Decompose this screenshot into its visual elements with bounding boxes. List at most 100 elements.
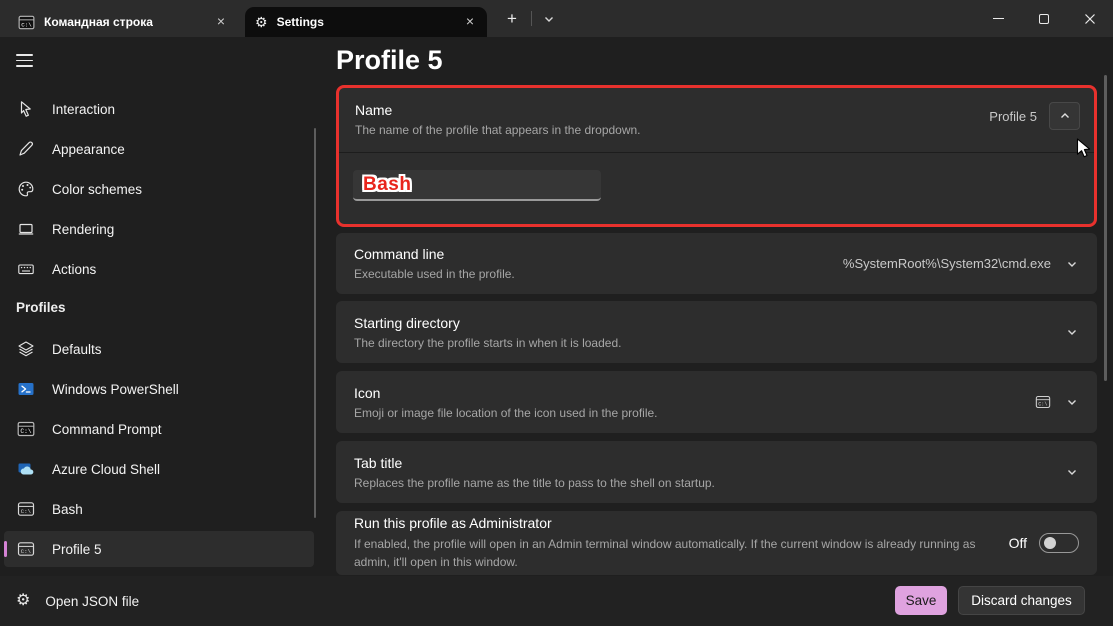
page-title: Profile 5 [336,45,443,76]
minimize-button[interactable] [975,0,1021,37]
card-title: Starting directory [354,315,621,331]
sidebar-item-label: Defaults [52,342,102,357]
expand-button[interactable] [1065,465,1079,479]
name-current-value: Profile 5 [989,109,1037,124]
minimize-icon [993,18,1004,19]
sidebar-item-profile-5[interactable]: C:\ Profile 5 [4,531,314,567]
svg-text:C:\: C:\ [1038,402,1047,408]
discard-changes-button[interactable]: Discard changes [958,586,1085,615]
sidebar-item-label: Interaction [52,102,115,117]
card-starting-directory[interactable]: Starting directory The directory the pro… [336,301,1097,363]
close-tab-icon[interactable]: × [461,13,479,31]
cmd-icon: C:\ [17,420,35,438]
card-title: Tab title [354,455,715,471]
sidebar-item-azure-cloud-shell[interactable]: Azure Cloud Shell [4,451,314,487]
card-description: The name of the profile that appears in … [355,123,1080,137]
card-title: Run this profile as Administrator [354,515,986,531]
monitor-icon [17,220,35,238]
card-description: Replaces the profile name as the title t… [354,476,715,490]
sidebar-item-label: Azure Cloud Shell [52,462,160,477]
svg-text:C:\: C:\ [20,428,31,435]
sidebar-item-label: Actions [52,262,96,277]
chevron-down-icon [1066,466,1078,478]
collapse-expander-button[interactable] [1049,102,1080,130]
hamburger-menu-button[interactable] [16,54,33,67]
svg-text:C:\: C:\ [21,21,32,28]
card-description: If enabled, the profile will open in an … [354,536,986,571]
sidebar-item-color-schemes[interactable]: Color schemes [4,171,314,207]
card-description: Emoji or image file location of the icon… [354,406,658,420]
sidebar-item-defaults[interactable]: Defaults [4,331,314,367]
tabbar-divider [531,11,532,26]
tab-command-prompt[interactable]: C:\ Командная строка × [8,7,238,37]
sidebar-item-rendering[interactable]: Rendering [4,211,314,247]
gear-icon: ⚙ [255,15,268,29]
sidebar-item-label: Windows PowerShell [52,382,179,397]
card-run-as-administrator[interactable]: Run this profile as Administrator If ena… [336,511,1097,575]
card-title: Name [355,102,1080,118]
powershell-icon [17,380,35,398]
layers-icon [17,340,35,358]
selection-accent-pill [4,541,7,557]
sidebar-item-label: Color schemes [52,182,142,197]
toggle-knob [1044,537,1056,549]
cursor-icon [17,100,35,118]
card-icon[interactable]: Icon Emoji or image file location of the… [336,371,1097,433]
tab-label: Командная строка [44,15,153,29]
close-tab-icon[interactable]: × [212,13,230,31]
windows-terminal-window: C:\ Командная строка × ⚙ Settings × + [0,0,1113,626]
sidebar-scrollbar[interactable] [314,128,316,518]
tab-settings[interactable]: ⚙ Settings × [245,7,487,37]
main-scrollbar[interactable] [1104,75,1107,381]
keyboard-icon [17,260,35,278]
profiles-section-header: Profiles [16,300,66,315]
sidebar-item-label: Profile 5 [52,542,102,557]
open-json-file-button[interactable]: ⚙ Open JSON file [16,576,139,626]
close-icon [1084,13,1096,25]
sidebar-item-interaction[interactable]: Interaction [4,91,314,127]
card-name[interactable]: Name The name of the profile that appear… [336,85,1097,227]
svg-text:C:\: C:\ [21,508,32,515]
tab-dropdown-button[interactable] [537,6,561,32]
card-name-header[interactable]: Name The name of the profile that appear… [339,88,1094,149]
expand-button[interactable] [1065,257,1079,271]
sidebar-item-command-prompt[interactable]: C:\ Command Prompt [4,411,314,447]
tab-label: Settings [277,15,324,29]
expand-button[interactable] [1065,395,1079,409]
name-input[interactable]: Bash [353,170,601,201]
card-command-line[interactable]: Command line Executable used in the prof… [336,233,1097,294]
sidebar-item-actions[interactable]: Actions [4,251,314,287]
chevron-up-icon [1059,110,1071,122]
sidebar-item-label: Bash [52,502,83,517]
expand-button[interactable] [1065,325,1079,339]
sidebar-item-appearance[interactable]: Appearance [4,131,314,167]
card-description: Executable used in the profile. [354,267,515,281]
sidebar-item-label: Rendering [52,222,114,237]
name-input-value: Bash [363,174,411,196]
window-controls [975,0,1113,37]
close-window-button[interactable] [1067,0,1113,37]
card-title: Command line [354,246,515,262]
footer-bar: ⚙ Open JSON file Save Discard changes [0,576,1113,626]
terminal-icon: C:\ [1035,394,1051,410]
card-description: The directory the profile starts in when… [354,336,621,350]
sidebar-item-bash[interactable]: C:\ Bash [4,491,314,527]
chevron-down-icon [1066,396,1078,408]
maximize-icon [1039,14,1049,24]
sidebar-item-label: Command Prompt [52,422,162,437]
new-tab-button[interactable]: + [498,6,526,32]
palette-icon [17,180,35,198]
card-tab-title[interactable]: Tab title Replaces the profile name as t… [336,441,1097,503]
save-button[interactable]: Save [895,586,947,615]
sidebar-item-windows-powershell[interactable]: Windows PowerShell [4,371,314,407]
settings-sidebar: Interaction Appearance Color schemes Ren… [0,37,326,576]
mouse-cursor [1076,138,1096,160]
terminal-icon: C:\ [17,540,35,558]
titlebar[interactable]: C:\ Командная строка × ⚙ Settings × + [0,0,1113,37]
card-title: Icon [354,385,658,401]
card-divider [339,152,1094,153]
admin-toggle-switch[interactable] [1039,533,1079,553]
cmd-icon: C:\ [18,14,35,31]
maximize-button[interactable] [1021,0,1067,37]
azure-cloud-icon [17,460,35,478]
